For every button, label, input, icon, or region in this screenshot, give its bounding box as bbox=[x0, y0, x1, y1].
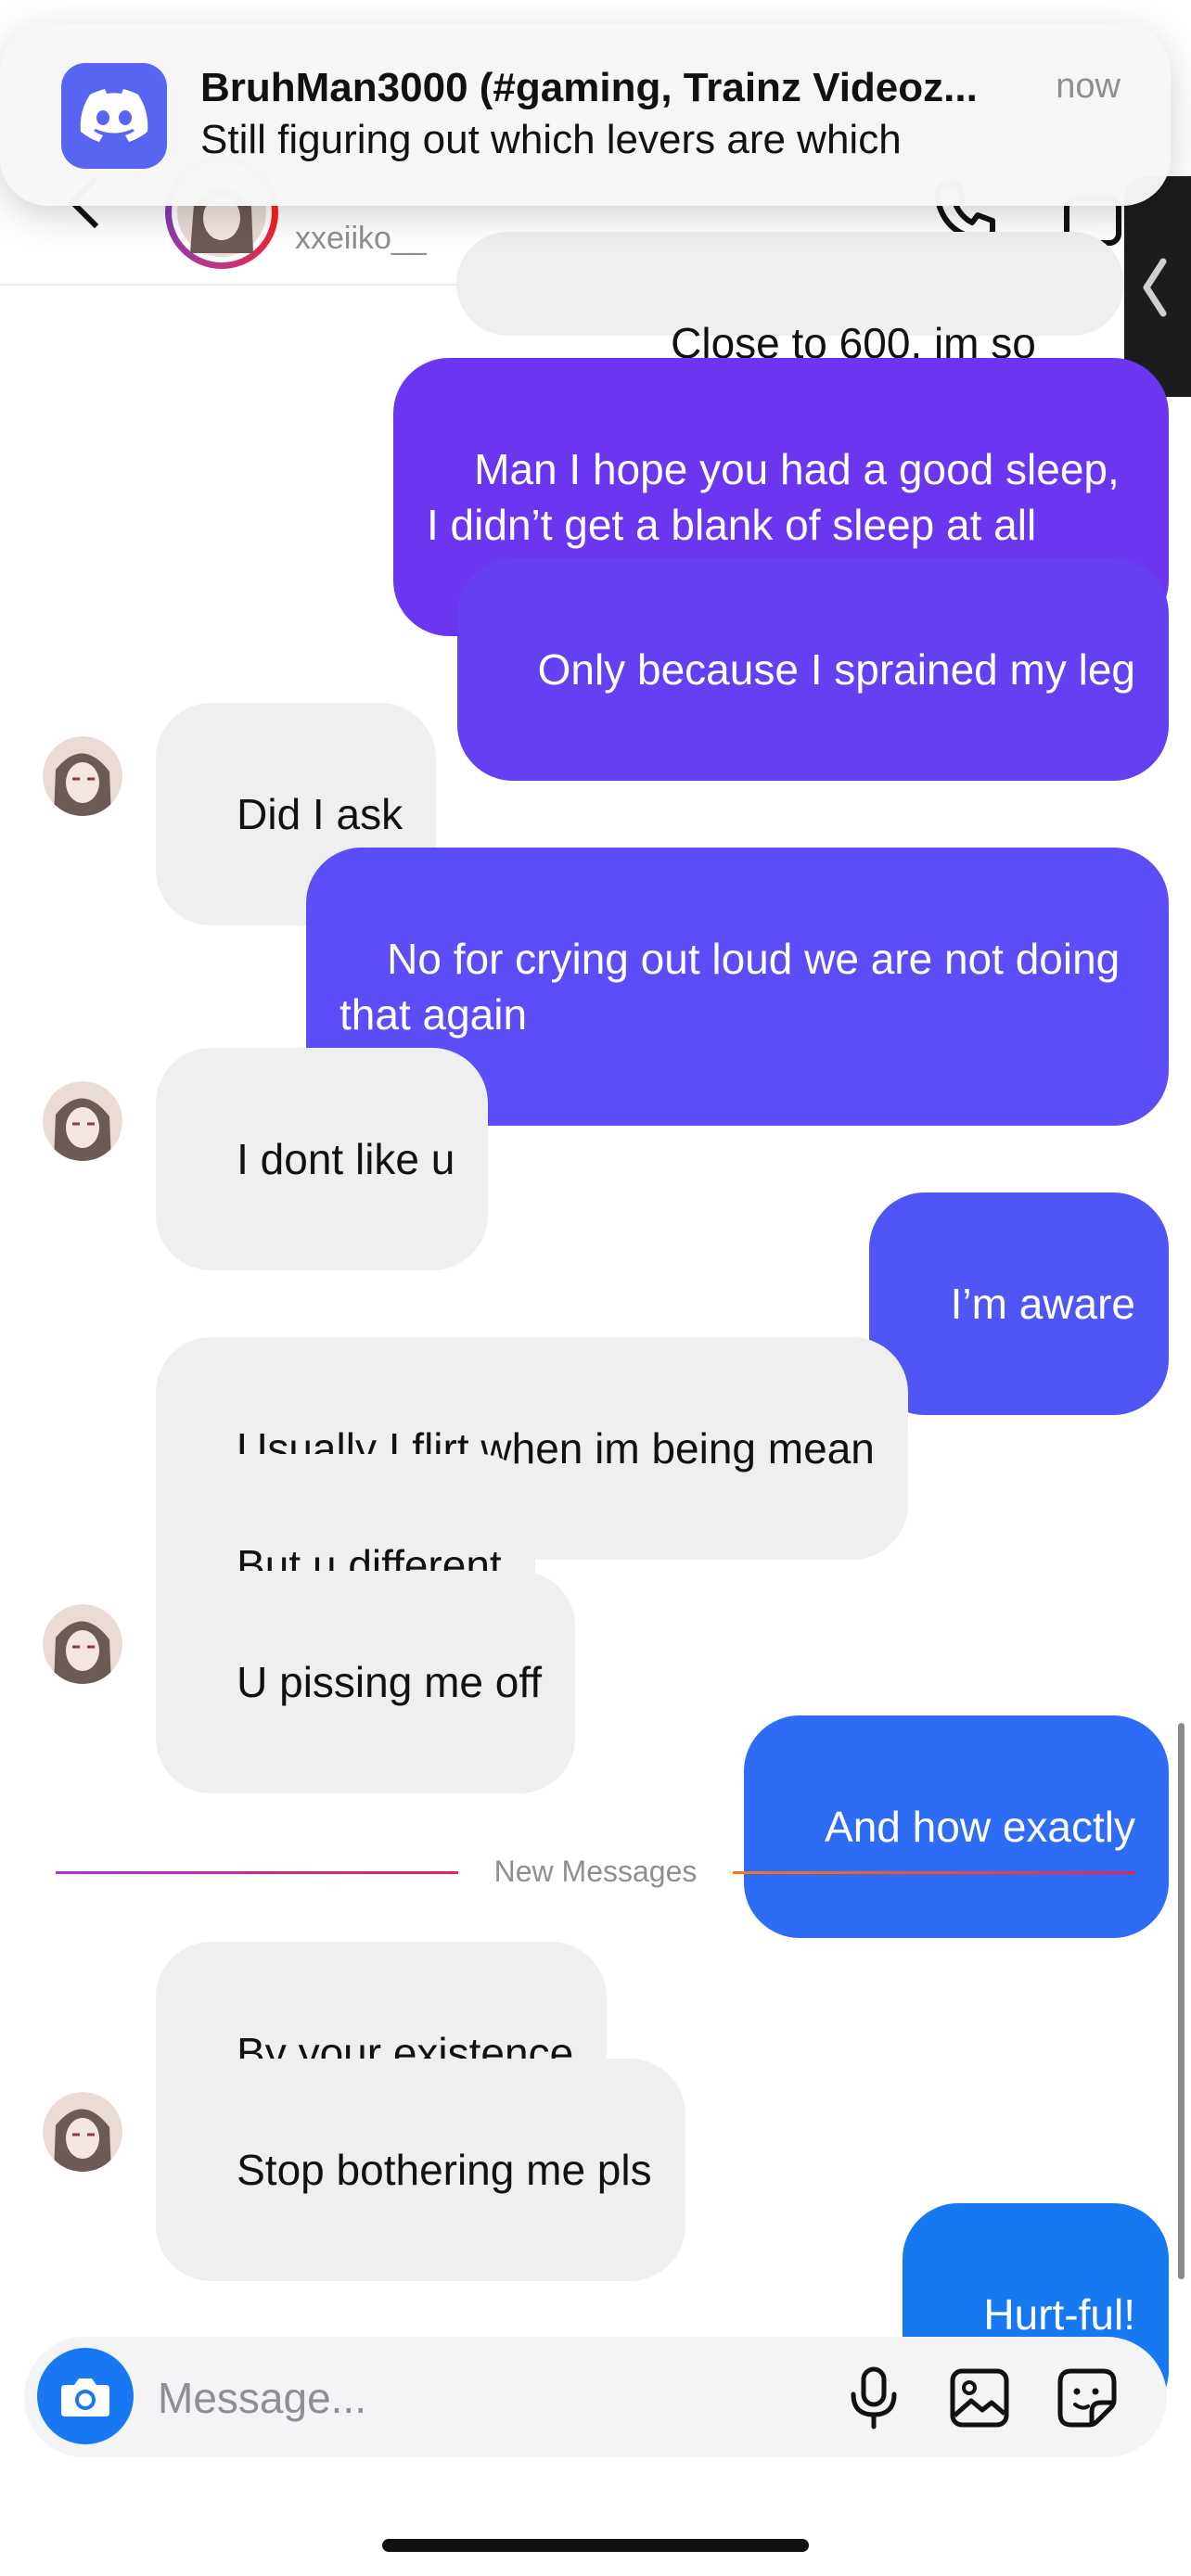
message-bubble-incoming[interactable]: Stop bothering me pls bbox=[156, 2059, 685, 2281]
notification-time: now bbox=[1056, 67, 1121, 106]
message-text: Only because I sprained my leg bbox=[537, 645, 1135, 694]
home-indicator[interactable] bbox=[382, 2539, 809, 2552]
avatar[interactable] bbox=[43, 1081, 122, 1161]
message-input[interactable] bbox=[156, 2359, 827, 2437]
message-bubble-incoming[interactable]: U pissing me off bbox=[156, 1571, 576, 1793]
message-text: Stop bothering me pls bbox=[237, 2146, 652, 2194]
message-text: Hurt-ful! bbox=[983, 2290, 1135, 2339]
sticker-icon[interactable] bbox=[1054, 2365, 1121, 2431]
message-bubble-incoming[interactable]: I dont like u bbox=[156, 1048, 489, 1270]
camera-icon bbox=[61, 2378, 109, 2417]
message-text: I dont like u bbox=[237, 1135, 455, 1183]
notification-title: BruhMan3000 (#gaming, Trainz Videoz... bbox=[200, 65, 978, 110]
message-text: I’m aware bbox=[950, 1280, 1135, 1328]
message-composer bbox=[24, 2337, 1167, 2457]
avatar[interactable] bbox=[43, 736, 122, 816]
chevron-left-icon bbox=[1143, 258, 1167, 317]
avatar[interactable] bbox=[43, 2092, 122, 2172]
message-text: No for crying out loud we are not doing … bbox=[339, 935, 1133, 1039]
message-text: And how exactly bbox=[825, 1803, 1135, 1851]
message-text: Did I ask bbox=[237, 790, 403, 838]
header-username[interactable]: xxeiiko__ bbox=[295, 221, 427, 257]
message-text: U pissing me off bbox=[237, 1658, 543, 1706]
camera-button[interactable] bbox=[37, 2348, 134, 2444]
divider-line-right bbox=[733, 1871, 1135, 1874]
gallery-icon[interactable] bbox=[946, 2365, 1013, 2431]
message-bubble-incoming[interactable]: Close to 600, im so tired bbox=[456, 232, 1124, 423]
message-bubble-outgoing[interactable]: I’m aware bbox=[869, 1192, 1169, 1415]
notification-banner[interactable]: BruhMan3000 (#gaming, Trainz Videoz... n… bbox=[0, 24, 1171, 206]
message-bubble-outgoing[interactable]: Only because I sprained my leg bbox=[456, 558, 1169, 781]
message-text: Man I hope you had a good sleep, I didn’… bbox=[427, 445, 1132, 549]
discord-icon bbox=[61, 63, 167, 169]
message-bubble-outgoing[interactable]: And how exactly bbox=[743, 1715, 1169, 1938]
new-messages-divider: New Messages bbox=[493, 1855, 698, 1888]
divider-line-left bbox=[56, 1871, 458, 1874]
microphone-icon[interactable] bbox=[840, 2365, 907, 2431]
scrollbar[interactable] bbox=[1178, 1723, 1185, 2279]
avatar[interactable] bbox=[43, 1604, 122, 1684]
notification-body: Still figuring out which levers are whic… bbox=[200, 117, 902, 162]
